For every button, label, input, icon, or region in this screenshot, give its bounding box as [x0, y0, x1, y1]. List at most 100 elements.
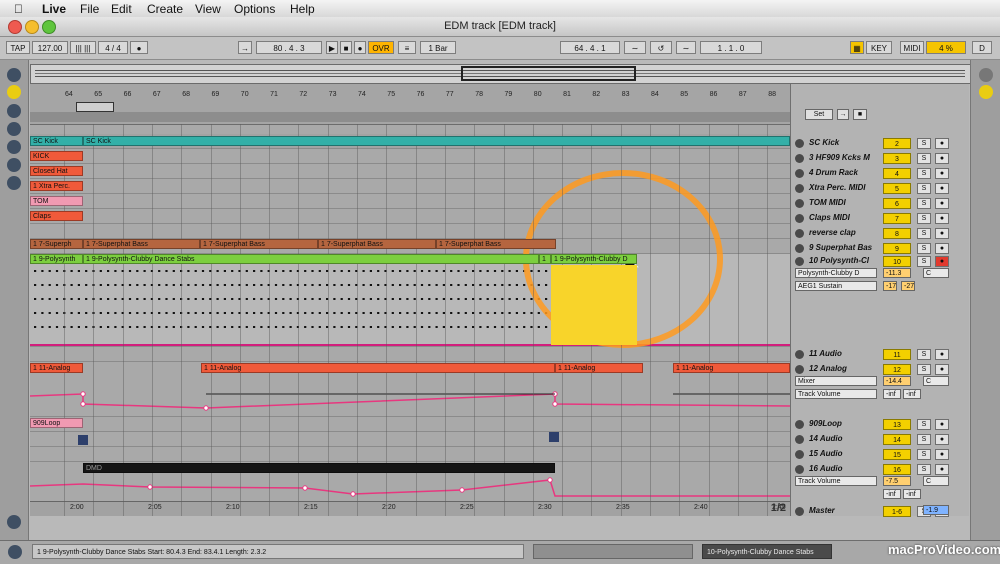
arm-button[interactable]: ●	[935, 364, 949, 375]
meter-value-field[interactable]: -inf	[903, 389, 921, 399]
master-cue-volume[interactable]: -1.9	[923, 505, 949, 515]
clip-analog[interactable]: 1 11-Analog	[201, 363, 555, 373]
arm-button[interactable]: ●	[935, 349, 949, 360]
io-toggle-icon[interactable]	[979, 85, 993, 99]
fold-track-icon[interactable]	[795, 169, 804, 178]
nudge-buttons[interactable]: ||| |||	[70, 41, 96, 54]
track-name[interactable]: reverse clap	[809, 228, 856, 237]
next-locator-button[interactable]: →	[837, 109, 849, 120]
arm-button[interactable]: ●	[935, 256, 949, 267]
clip-polysynth-selected[interactable]: 1 9-Polysynth-Clubby D	[551, 254, 637, 264]
track-volume-field[interactable]: -7.5	[883, 476, 911, 486]
fold-track-icon[interactable]	[795, 365, 804, 374]
places-icon-1[interactable]	[7, 122, 21, 136]
back-to-arrangement-button[interactable]: ■	[853, 109, 867, 120]
clip-sc-kick[interactable]: SC Kick	[30, 136, 83, 146]
track-activator[interactable]: 1-6	[883, 506, 911, 517]
solo-button[interactable]: S	[917, 198, 931, 209]
arm-button[interactable]: ●	[935, 434, 949, 445]
fold-track-icon[interactable]	[795, 154, 804, 163]
set-button[interactable]: Set	[805, 109, 833, 120]
track-activator[interactable]: 7	[883, 213, 911, 224]
track-pan-field[interactable]: C	[923, 268, 949, 278]
clip-superphat-bass[interactable]: 1 7-Superphat Bass	[318, 239, 436, 249]
clip-909loop[interactable]: 909Loop	[30, 418, 83, 428]
solo-button[interactable]: S	[917, 364, 931, 375]
clip-superphat-bass[interactable]: 1 7-Superphat Bass	[436, 239, 556, 249]
arm-button[interactable]: ●	[935, 153, 949, 164]
detail-view-splitter[interactable]	[533, 544, 693, 559]
arrangement-overview[interactable]	[30, 64, 972, 84]
track-volume-field[interactable]: -14.4	[883, 376, 911, 386]
menu-help[interactable]: Help	[290, 2, 315, 16]
menu-edit[interactable]: Edit	[111, 2, 132, 16]
clip-polysynth[interactable]: 1 9-Polysynth	[30, 254, 83, 264]
track-name[interactable]: 9 Superphat Bas	[809, 243, 872, 252]
plugins-icon[interactable]	[7, 104, 21, 118]
meter-value-field[interactable]: -inf	[903, 489, 921, 499]
mixer-track-row[interactable]: 14 Audio 14 S ●	[791, 432, 969, 447]
track-activator[interactable]: 16	[883, 464, 911, 475]
apple-icon[interactable]: 	[14, 2, 23, 16]
track-activator[interactable]: 11	[883, 349, 911, 360]
track-activator[interactable]: 10	[883, 256, 911, 267]
fold-track-icon[interactable]	[795, 139, 804, 148]
track-activator[interactable]: 3	[883, 153, 911, 164]
arm-button[interactable]: ●	[935, 138, 949, 149]
solo-button[interactable]: S	[917, 349, 931, 360]
mixer-track-row[interactable]: 11 Audio 11 S ●	[791, 347, 969, 362]
track-name[interactable]: 15 Audio	[809, 449, 842, 458]
loop-length-field[interactable]: 1 . 1 . 0	[700, 41, 762, 54]
fold-track-icon[interactable]	[795, 244, 804, 253]
track-activator[interactable]: 14	[883, 434, 911, 445]
menu-options[interactable]: Options	[234, 2, 275, 16]
arm-button[interactable]: ●	[935, 213, 949, 224]
follow-button[interactable]: →	[238, 41, 252, 54]
solo-button[interactable]: S	[917, 464, 931, 475]
solo-button[interactable]: S	[917, 153, 931, 164]
stop-button[interactable]: ■	[340, 41, 352, 54]
tap-button[interactable]: TAP	[6, 41, 30, 54]
clip-superphat-bass[interactable]: 1 7-Superphat Bass	[200, 239, 318, 249]
solo-button[interactable]: S	[917, 183, 931, 194]
clip-claps[interactable]: Claps	[30, 211, 83, 221]
selected-clip-region[interactable]	[551, 265, 637, 345]
fold-track-icon[interactable]	[795, 435, 804, 444]
track-activator[interactable]: 2	[883, 138, 911, 149]
mixer-track-row[interactable]: 3 HF909 Kcks M 3 S ●	[791, 151, 969, 166]
key-map-button[interactable]: KEY	[866, 41, 892, 54]
mixer-track-row[interactable]: Xtra Perc. MIDI 5 S ●	[791, 181, 969, 196]
loop-switch-icon[interactable]: ↺	[650, 41, 672, 54]
track-name[interactable]: SC Kick	[809, 138, 839, 147]
fold-track-icon[interactable]	[795, 465, 804, 474]
arrangement-view[interactable]: 64 65 66 67 68 69 70 71 72 73 74 75 76 77 78 79 80 81 82 83…	[30, 84, 790, 516]
clip-tom[interactable]: TOM	[30, 196, 83, 206]
info-view-icon[interactable]	[979, 68, 993, 82]
mixer-track-row[interactable]: 4 Drum Rack 4 S ●	[791, 166, 969, 181]
play-button[interactable]: ▶	[326, 41, 338, 54]
arm-button[interactable]: ●	[935, 449, 949, 460]
meter-value-field[interactable]: -17	[883, 281, 897, 291]
tempo-field[interactable]: 127.00	[32, 41, 68, 54]
midi-map-button[interactable]: MIDI	[900, 41, 924, 54]
device-chooser[interactable]: Polysynth-Clubby D	[795, 268, 877, 278]
clip-polysynth[interactable]: 1 9-Polysynth-Clubby Dance Stabs	[83, 254, 539, 264]
groove-pool-icon[interactable]	[7, 515, 21, 529]
device-chooser[interactable]: Mixer	[795, 376, 877, 386]
track-activator[interactable]: 8	[883, 228, 911, 239]
clip-superphat-bass[interactable]: 1 7-Superphat Bass	[83, 239, 200, 249]
track-name[interactable]: 11 Audio	[809, 349, 842, 358]
time-axis[interactable]: 2:00 2:05 2:10 2:15 2:20 2:25 2:30 2:35 2:40 2:45…	[30, 501, 790, 516]
info-toggle-icon[interactable]	[8, 545, 22, 559]
time-signature-field[interactable]: 4 / 4	[98, 41, 128, 54]
solo-button[interactable]: S	[917, 419, 931, 430]
quantize-menu-icon[interactable]: ≡	[398, 41, 416, 54]
clip-dmd[interactable]: DMD	[83, 463, 555, 473]
key-map-toggle[interactable]: ▦	[850, 41, 864, 54]
track-activator[interactable]: 6	[883, 198, 911, 209]
arm-button[interactable]: ●	[935, 243, 949, 254]
solo-button[interactable]: S	[917, 138, 931, 149]
meter-value-field[interactable]: -27	[901, 281, 915, 291]
solo-button[interactable]: S	[917, 434, 931, 445]
track-name[interactable]: 909Loop	[809, 419, 842, 428]
